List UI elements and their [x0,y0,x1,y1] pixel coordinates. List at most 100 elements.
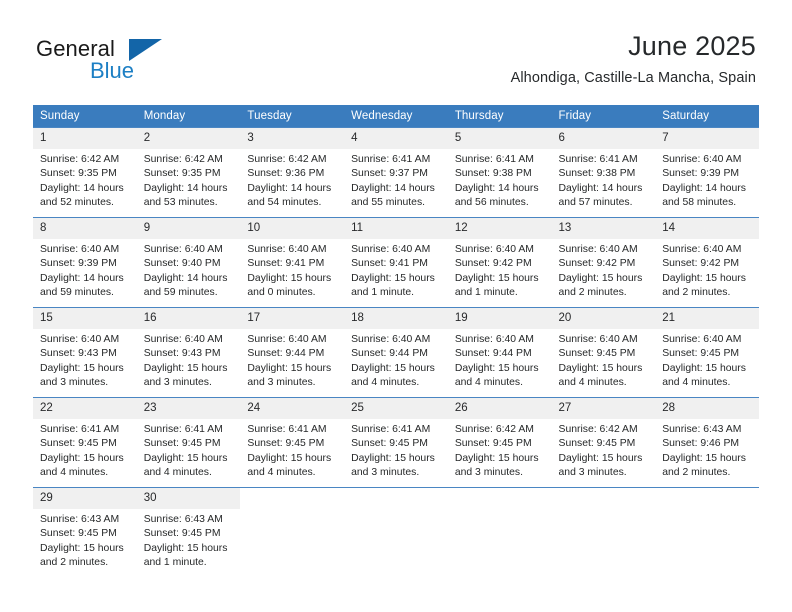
day-number: 24 [240,398,345,419]
calendar-day-cell[interactable]: 29 Sunrise: 6:43 AM Sunset: 9:45 PM Dayligh… [33,487,137,578]
calendar-day-cell[interactable]: 5 Sunrise: 6:41 AM Sunset: 9:38 PM Daylight… [447,127,552,218]
calendar-day-cell[interactable]: 27 Sunrise: 6:42 AM Sunset: 9:45 PM Dayligh… [551,397,656,488]
calendar-week-row: 29 Sunrise: 6:43 AM Sunset: 9:45 PM Dayligh… [33,487,759,578]
sunset-text: Sunset: 9:44 PM [351,348,428,360]
day-number: 30 [136,488,241,509]
calendar-day-cell[interactable]: 17 Sunrise: 6:40 AM Sunset: 9:44 PM Dayligh… [240,307,345,398]
sunset-text: Sunset: 9:46 PM [662,438,740,450]
day-info: Sunrise: 6:40 AM Sunset: 9:43 PM Daylight:… [33,329,137,390]
day-info: Sunrise: 6:41 AM Sunset: 9:45 PM Daylight:… [137,419,241,480]
day-number: 15 [33,308,137,329]
calendar-day-cell[interactable]: 28 Sunrise: 6:43 AM Sunset: 9:46 PM Dayligh… [655,397,759,488]
day-number: 3 [240,128,345,149]
calendar-day-cell[interactable]: 10 Sunrise: 6:40 AM Sunset: 9:41 PM Dayligh… [240,217,345,308]
calendar-week-row: 22 Sunrise: 6:41 AM Sunset: 9:45 PM Dayligh… [33,397,759,488]
day-number: 28 [655,398,759,419]
calendar-day-cell[interactable]: 1 Sunrise: 6:42 AM Sunset: 9:35 PM Daylight… [33,127,137,218]
calendar-table: Sunday Monday Tuesday Wednesday Thursday Frid… [33,105,759,578]
calendar-day-cell[interactable]: 14 Sunrise: 6:40 AM Sunset: 9:42 PM Dayligh… [655,217,759,308]
sunrise-text: Sunrise: 6:40 AM [454,334,534,345]
sunset-text: Sunset: 9:42 PM [454,258,532,270]
calendar-day-cell[interactable]: 19 Sunrise: 6:40 AM Sunset: 9:44 PM Dayligh… [447,307,552,398]
calendar-day-cell[interactable]: 4 Sunrise: 6:41 AM Sunset: 9:37 PM Daylight… [344,127,448,218]
day-number: 18 [344,308,448,329]
page-title: June 2025 [628,31,756,61]
daylight-text: Daylight: 14 hours and 56 minutes. [454,182,539,208]
sunrise-text: Sunrise: 6:41 AM [351,154,431,165]
sunrise-text: Sunrise: 6:41 AM [454,154,534,165]
calendar-day-cell[interactable]: 8 Sunrise: 6:40 AM Sunset: 9:39 PM Daylight… [33,217,137,308]
daylight-text: Daylight: 15 hours and 2 minutes. [662,452,746,478]
calendar-day-cell[interactable]: 7 Sunrise: 6:40 AM Sunset: 9:39 PM Daylight… [655,127,759,218]
daylight-text: Daylight: 14 hours and 57 minutes. [558,182,643,208]
day-info: Sunrise: 6:40 AM Sunset: 9:45 PM Daylight:… [552,329,656,390]
calendar-body: 1 Sunrise: 6:42 AM Sunset: 9:35 PM Daylight… [33,127,759,578]
calendar-day-cell[interactable]: 18 Sunrise: 6:40 AM Sunset: 9:44 PM Dayligh… [344,307,448,398]
sunset-text: Sunset: 9:45 PM [454,438,532,450]
calendar-day-cell[interactable]: 20 Sunrise: 6:40 AM Sunset: 9:45 PM Dayligh… [551,307,656,398]
sunrise-text: Sunrise: 6:41 AM [143,424,223,435]
day-number: 20 [551,308,656,329]
sunset-text: Sunset: 9:45 PM [247,438,325,450]
sunset-text: Sunset: 9:41 PM [351,258,428,270]
calendar-day-cell[interactable]: 23 Sunrise: 6:41 AM Sunset: 9:45 PM Dayligh… [136,397,241,488]
sunset-text: Sunset: 9:44 PM [454,348,532,360]
sunset-text: Sunset: 9:39 PM [662,168,740,180]
day-number: 17 [240,308,345,329]
day-info: Sunrise: 6:42 AM Sunset: 9:35 PM Daylight:… [137,149,241,210]
calendar-day-cell[interactable]: 13 Sunrise: 6:40 AM Sunset: 9:42 PM Dayligh… [551,217,656,308]
calendar-day-cell[interactable]: 2 Sunrise: 6:42 AM Sunset: 9:35 PM Daylight… [136,127,241,218]
daylight-text: Daylight: 15 hours and 2 minutes. [662,272,746,298]
sunrise-text: Sunrise: 6:43 AM [40,514,120,525]
sunset-text: Sunset: 9:44 PM [247,348,325,360]
calendar-day-cell[interactable]: 11 Sunrise: 6:40 AM Sunset: 9:41 PM Dayligh… [344,217,448,308]
daylight-text: Daylight: 15 hours and 4 minutes. [351,362,435,388]
sunset-text: Sunset: 9:40 PM [143,258,221,270]
day-info: Sunrise: 6:42 AM Sunset: 9:45 PM Daylight:… [552,419,656,480]
sunset-text: Sunset: 9:45 PM [143,438,221,450]
sunset-text: Sunset: 9:43 PM [143,348,221,360]
general-blue-logo: General Blue [36,36,266,88]
calendar-day-cell[interactable]: 6 Sunrise: 6:41 AM Sunset: 9:38 PM Daylight… [551,127,656,218]
sunrise-text: Sunrise: 6:41 AM [247,424,327,435]
calendar-day-cell[interactable]: 24 Sunrise: 6:41 AM Sunset: 9:45 PM Dayligh… [240,397,345,488]
calendar-header-row: Sunday Monday Tuesday Wednesday Thursday Frid… [33,105,759,128]
day-number: 29 [33,488,137,509]
daylight-text: Daylight: 14 hours and 59 minutes. [143,272,228,298]
calendar-day-cell[interactable]: 21 Sunrise: 6:40 AM Sunset: 9:45 PM Dayligh… [655,307,759,398]
calendar-day-cell[interactable]: 30 Sunrise: 6:43 AM Sunset: 9:45 PM Dayligh… [136,487,241,578]
sunrise-text: Sunrise: 6:40 AM [558,334,638,345]
weekday-header-saturday: Saturday [655,105,759,128]
day-number: 19 [447,308,552,329]
day-info: Sunrise: 6:40 AM Sunset: 9:39 PM Daylight:… [33,239,137,300]
calendar-day-cell[interactable]: 12 Sunrise: 6:40 AM Sunset: 9:42 PM Dayligh… [447,217,552,308]
day-number [344,488,448,509]
calendar-day-cell[interactable]: 3 Sunrise: 6:42 AM Sunset: 9:36 PM Daylight… [240,127,345,218]
sunrise-text: Sunrise: 6:43 AM [662,424,742,435]
day-info: Sunrise: 6:41 AM Sunset: 9:38 PM Daylight:… [552,149,656,210]
calendar-day-cell[interactable]: 16 Sunrise: 6:40 AM Sunset: 9:43 PM Dayligh… [136,307,241,398]
sunrise-text: Sunrise: 6:42 AM [40,154,120,165]
calendar-day-cell[interactable]: 15 Sunrise: 6:40 AM Sunset: 9:43 PM Dayligh… [33,307,137,398]
day-number: 23 [136,398,241,419]
day-number [240,488,345,509]
day-number: 21 [655,308,759,329]
calendar-day-cell[interactable]: 25 Sunrise: 6:41 AM Sunset: 9:45 PM Dayligh… [344,397,448,488]
day-info: Sunrise: 6:41 AM Sunset: 9:38 PM Daylight:… [448,149,552,210]
day-number: 9 [136,218,241,239]
day-info: Sunrise: 6:40 AM Sunset: 9:42 PM Daylight:… [448,239,552,300]
day-number: 4 [344,128,448,149]
calendar-day-cell[interactable]: 9 Sunrise: 6:40 AM Sunset: 9:40 PM Daylight… [136,217,241,308]
calendar-day-cell[interactable]: 22 Sunrise: 6:41 AM Sunset: 9:45 PM Dayligh… [33,397,137,488]
sunset-text: Sunset: 9:45 PM [40,528,117,540]
sunrise-text: Sunrise: 6:40 AM [662,244,742,255]
day-info: Sunrise: 6:40 AM Sunset: 9:40 PM Daylight:… [137,239,241,300]
sunrise-text: Sunrise: 6:42 AM [454,424,534,435]
day-info: Sunrise: 6:43 AM Sunset: 9:45 PM Daylight:… [137,509,241,570]
sunrise-text: Sunrise: 6:41 AM [351,424,431,435]
sunrise-text: Sunrise: 6:40 AM [662,154,742,165]
day-info: Sunrise: 6:40 AM Sunset: 9:42 PM Daylight:… [552,239,656,300]
calendar-day-cell[interactable]: 26 Sunrise: 6:42 AM Sunset: 9:45 PM Dayligh… [447,397,552,488]
calendar-cell-empty [655,487,759,578]
calendar-cell-empty [551,487,656,578]
